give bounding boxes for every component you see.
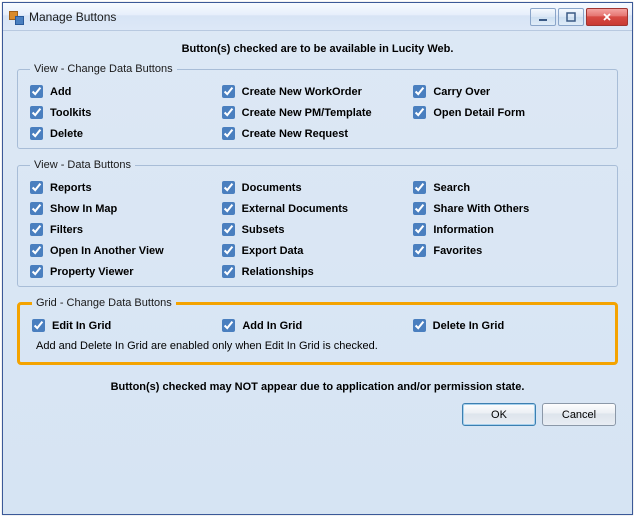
checkbox-label: Export Data: [242, 245, 304, 257]
checkbox-input[interactable]: [30, 202, 43, 215]
checkbox-input[interactable]: [32, 319, 45, 332]
checkbox-input[interactable]: [30, 181, 43, 194]
checkbox-input[interactable]: [413, 319, 426, 332]
checkbox-input[interactable]: [413, 202, 426, 215]
checkbox-label: Filters: [50, 224, 83, 236]
checkbox-toolkits[interactable]: Toolkits: [30, 106, 222, 119]
checkbox-label: Subsets: [242, 224, 285, 236]
checkbox-label: Edit In Grid: [52, 320, 111, 332]
app-icon: [9, 9, 25, 25]
checkbox-add-in-grid[interactable]: Add In Grid: [222, 319, 412, 332]
checkbox-input[interactable]: [222, 181, 235, 194]
checkbox-input[interactable]: [30, 265, 43, 278]
headline-text: Button(s) checked are to be available in…: [17, 37, 618, 63]
minimize-icon: [538, 12, 548, 22]
checkbox-filters[interactable]: Filters: [30, 223, 222, 236]
checkbox-open-detail-form[interactable]: Open Detail Form: [413, 106, 605, 119]
checkbox-reports[interactable]: Reports: [30, 181, 222, 194]
group-view-change-data: View - Change Data Buttons Add Toolkits De…: [17, 63, 618, 149]
checkbox-input[interactable]: [30, 244, 43, 257]
checkbox-label: Create New PM/Template: [242, 107, 372, 119]
checkbox-create-new-request[interactable]: Create New Request: [222, 127, 414, 140]
checkbox-label: Property Viewer: [50, 266, 134, 278]
checkbox-input[interactable]: [222, 202, 235, 215]
cancel-button[interactable]: Cancel: [542, 403, 616, 426]
checkbox-label: Information: [433, 224, 494, 236]
footnote-text: Button(s) checked may NOT appear due to …: [17, 375, 618, 403]
checkbox-label: Toolkits: [50, 107, 91, 119]
titlebar: Manage Buttons: [3, 3, 632, 31]
maximize-icon: [566, 12, 576, 22]
checkbox-label: Add: [50, 86, 71, 98]
close-button[interactable]: [586, 8, 628, 26]
checkbox-share-with-others[interactable]: Share With Others: [413, 202, 605, 215]
checkbox-export-data[interactable]: Export Data: [222, 244, 414, 257]
checkbox-search[interactable]: Search: [413, 181, 605, 194]
checkbox-relationships[interactable]: Relationships: [222, 265, 414, 278]
checkbox-documents[interactable]: Documents: [222, 181, 414, 194]
checkbox-label: Add In Grid: [242, 320, 302, 332]
checkbox-input[interactable]: [413, 106, 426, 119]
dialog-buttons: OK Cancel: [17, 403, 618, 426]
checkbox-property-viewer[interactable]: Property Viewer: [30, 265, 222, 278]
checkbox-show-in-map[interactable]: Show In Map: [30, 202, 222, 215]
grid-note: Add and Delete In Grid are enabled only …: [32, 332, 603, 354]
group-legend: View - Change Data Buttons: [30, 63, 177, 75]
checkbox-open-in-another-view[interactable]: Open In Another View: [30, 244, 222, 257]
checkbox-subsets[interactable]: Subsets: [222, 223, 414, 236]
dialog-content: Button(s) checked are to be available in…: [3, 31, 632, 514]
minimize-button[interactable]: [530, 8, 556, 26]
checkbox-label: Open In Another View: [50, 245, 164, 257]
maximize-button[interactable]: [558, 8, 584, 26]
checkbox-external-documents[interactable]: External Documents: [222, 202, 414, 215]
checkbox-label: Relationships: [242, 266, 314, 278]
window-buttons: [530, 8, 628, 26]
checkbox-label: Show In Map: [50, 203, 117, 215]
checkbox-input[interactable]: [413, 181, 426, 194]
checkbox-carry-over[interactable]: Carry Over: [413, 85, 605, 98]
checkbox-label: Reports: [50, 182, 92, 194]
group-view-data: View - Data Buttons Reports Show In Map Fi…: [17, 159, 618, 287]
checkbox-input[interactable]: [30, 223, 43, 236]
checkbox-input[interactable]: [222, 244, 235, 257]
checkbox-input[interactable]: [413, 85, 426, 98]
checkbox-create-new-workorder[interactable]: Create New WorkOrder: [222, 85, 414, 98]
close-icon: [602, 12, 612, 22]
dialog-window: Manage Buttons Button(s) checked are to …: [2, 2, 633, 515]
checkbox-label: Delete In Grid: [433, 320, 505, 332]
checkbox-label: Share With Others: [433, 203, 529, 215]
checkbox-label: Create New Request: [242, 128, 348, 140]
checkbox-label: External Documents: [242, 203, 348, 215]
window-title: Manage Buttons: [29, 10, 530, 24]
group-legend: View - Data Buttons: [30, 159, 135, 171]
group-legend: Grid - Change Data Buttons: [32, 297, 176, 309]
checkbox-input[interactable]: [30, 127, 43, 140]
checkbox-edit-in-grid[interactable]: Edit In Grid: [32, 319, 222, 332]
checkbox-favorites[interactable]: Favorites: [413, 244, 605, 257]
checkbox-input[interactable]: [222, 127, 235, 140]
checkbox-label: Documents: [242, 182, 302, 194]
checkbox-input[interactable]: [222, 85, 235, 98]
checkbox-label: Create New WorkOrder: [242, 86, 362, 98]
checkbox-input[interactable]: [30, 106, 43, 119]
checkbox-label: Open Detail Form: [433, 107, 525, 119]
checkbox-information[interactable]: Information: [413, 223, 605, 236]
checkbox-delete-in-grid[interactable]: Delete In Grid: [413, 319, 603, 332]
checkbox-input[interactable]: [222, 223, 235, 236]
checkbox-input[interactable]: [222, 319, 235, 332]
checkbox-input[interactable]: [222, 106, 235, 119]
checkbox-delete[interactable]: Delete: [30, 127, 222, 140]
checkbox-label: Carry Over: [433, 86, 490, 98]
checkbox-input[interactable]: [222, 265, 235, 278]
checkbox-label: Favorites: [433, 245, 482, 257]
ok-button[interactable]: OK: [462, 403, 536, 426]
checkbox-input[interactable]: [413, 223, 426, 236]
checkbox-input[interactable]: [30, 85, 43, 98]
checkbox-label: Search: [433, 182, 470, 194]
checkbox-input[interactable]: [413, 244, 426, 257]
checkbox-add[interactable]: Add: [30, 85, 222, 98]
group-grid-change-data: Grid - Change Data Buttons Edit In Grid …: [17, 297, 618, 365]
checkbox-label: Delete: [50, 128, 83, 140]
checkbox-create-new-pm-template[interactable]: Create New PM/Template: [222, 106, 414, 119]
